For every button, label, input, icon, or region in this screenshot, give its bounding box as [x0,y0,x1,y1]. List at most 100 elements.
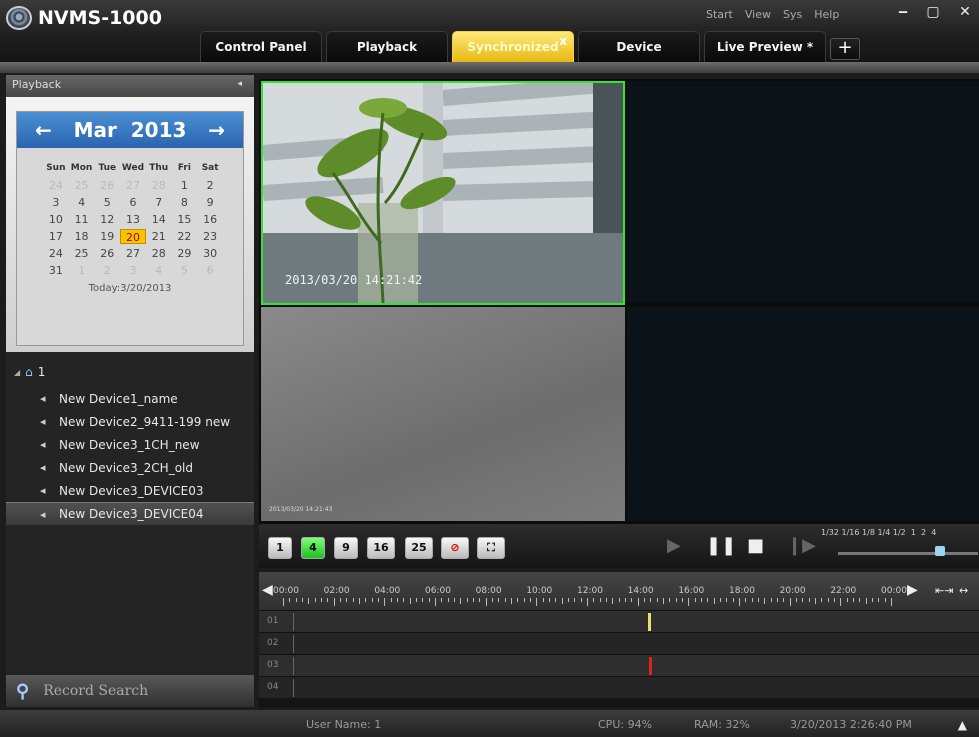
calendar-day[interactable]: 2 [197,178,223,193]
calendar-day[interactable]: 5 [94,195,120,210]
add-tab-button[interactable]: + [830,38,860,60]
calendar-day[interactable]: 19 [94,229,120,244]
calendar-day[interactable]: 26 [94,178,120,193]
tree-device-item[interactable]: ◂ New Device3_1CH_new [6,433,254,456]
prev-month-icon[interactable]: ← [35,118,52,142]
calendar-day[interactable]: 30 [197,246,223,261]
calendar-day[interactable]: 16 [197,212,223,227]
layout-9-button[interactable]: 9 [334,537,358,559]
stop-icon[interactable]: ■ [747,535,764,556]
menu-start[interactable]: Start [706,8,733,21]
playhead-marker[interactable] [648,613,651,631]
track-01[interactable]: 01 [259,610,979,632]
calendar-day[interactable]: 26 [94,246,120,261]
stop-all-icon[interactable]: ⊘ [441,537,469,559]
speed-slider-track[interactable] [838,552,978,555]
calendar-day[interactable]: 15 [172,212,198,227]
calendar-day[interactable]: 4 [69,195,95,210]
calendar-day[interactable]: 14 [146,212,172,227]
zoom-out-icon[interactable]: ↔ [959,584,968,597]
calendar-day[interactable]: 10 [43,212,69,227]
calendar-day[interactable]: 12 [94,212,120,227]
timeline-next-icon[interactable]: ▶ [907,582,918,598]
track-02[interactable]: 02 [259,632,979,654]
video-cell-3[interactable]: 2013/03/20 14:21:43 [261,307,625,521]
calendar-day[interactable]: 17 [43,229,69,244]
pause-icon[interactable]: ❚❚ [706,535,736,556]
today-label[interactable]: Today:3/20/2013 [17,283,243,294]
collapse-arrow-icon[interactable]: ◂ [237,79,242,89]
tree-device-item[interactable]: ◂ New Device3_2CH_old [6,456,254,479]
calendar-day[interactable]: 1 [172,178,198,193]
menu-help[interactable]: Help [814,8,839,21]
record-marker[interactable] [649,657,652,675]
calendar-day[interactable]: 9 [197,195,223,210]
fullscreen-icon[interactable]: ⛶ [477,537,505,559]
tree-root[interactable]: ◢ ⌂ 1 [6,357,254,387]
video-cell-1[interactable]: 2013/03/20 14:21:42 [261,81,625,305]
tab-synchronized[interactable]: Synchronized x [452,31,574,62]
calendar-day[interactable]: 3 [120,263,146,278]
calendar-day[interactable]: 8 [172,195,198,210]
minimize-button[interactable]: ‒ [892,4,914,22]
calendar-day[interactable]: 18 [69,229,95,244]
menu-view[interactable]: View [745,8,771,21]
track-03[interactable]: 03 [259,654,979,676]
video-cell-4[interactable] [627,307,979,521]
close-button[interactable]: ✕ [954,4,976,22]
tree-device-item[interactable]: ◂ New Device3_DEVICE04 [6,502,254,525]
calendar-day[interactable]: 27 [120,246,146,261]
calendar-day[interactable]: 28 [146,178,172,193]
calendar-day[interactable]: 11 [69,212,95,227]
calendar-day[interactable]: 21 [146,229,172,244]
calendar-day[interactable]: 3 [43,195,69,210]
calendar-day[interactable]: 6 [120,195,146,210]
calendar-day[interactable]: 24 [43,178,69,193]
calendar-day[interactable]: 23 [197,229,223,244]
calendar-day[interactable]: 25 [69,246,95,261]
video-cell-2[interactable] [627,81,979,302]
speed-slider-handle[interactable] [935,546,945,556]
menu-sys[interactable]: Sys [783,8,802,21]
calendar-day[interactable]: 24 [43,246,69,261]
expand-triangle-icon[interactable]: ◢ [14,368,20,377]
layout-16-button[interactable]: 16 [367,537,395,559]
zoom-in-icon[interactable]: ⇤⇥ [935,584,953,597]
layout-4-button[interactable]: 4 [301,537,325,559]
calendar-day[interactable]: 5 [172,263,198,278]
calendar-day[interactable]: 1 [69,263,95,278]
tab-close-icon[interactable]: x [559,34,567,48]
tab-device[interactable]: Device [578,31,700,62]
expand-up-icon[interactable]: ▲ [958,718,967,732]
calendar-day[interactable]: 7 [146,195,172,210]
tree-device-item[interactable]: ◂ New Device1_name [6,387,254,410]
calendar-day[interactable]: 31 [43,263,69,278]
maximize-button[interactable]: ▢ [922,4,944,22]
calendar-day[interactable]: 27 [120,178,146,193]
tab-playback[interactable]: Playback [326,31,448,62]
timeline-tick [682,598,683,602]
timeline-prev-icon[interactable]: ◀ [262,582,273,598]
calendar-day[interactable]: 2 [94,263,120,278]
tree-device-item[interactable]: ◂ New Device3_DEVICE03 [6,479,254,502]
tree-device-item[interactable]: ◂ New Device2_9411-199 new [6,410,254,433]
tab-control-panel[interactable]: Control Panel [200,31,322,62]
calendar-day[interactable]: 29 [172,246,198,261]
layout-1-button[interactable]: 1 [268,537,292,559]
tab-live-preview[interactable]: Live Preview * [704,31,826,62]
timeline-tick [669,598,671,602]
calendar-day[interactable]: 6 [197,263,223,278]
calendar-day[interactable]: 4 [146,263,172,278]
calendar-day-selected[interactable]: 20 [120,229,146,244]
step-forward-icon[interactable]: ❙▶ [787,535,816,556]
timeline-ruler[interactable]: ◀ ▶ ⇤⇥ ↔ 00:00 02:00 04:00 06:00 08:00 10:00 1… [259,572,979,610]
calendar-day[interactable]: 13 [120,212,146,227]
calendar-day[interactable]: 22 [172,229,198,244]
record-search-button[interactable]: ⚲ Record Search [6,675,254,707]
calendar-day[interactable]: 28 [146,246,172,261]
layout-25-button[interactable]: 25 [405,537,433,559]
play-icon[interactable]: ▶ [667,535,681,556]
track-04[interactable]: 04 [259,676,979,698]
calendar-day[interactable]: 25 [69,178,95,193]
next-month-icon[interactable]: → [208,118,225,142]
